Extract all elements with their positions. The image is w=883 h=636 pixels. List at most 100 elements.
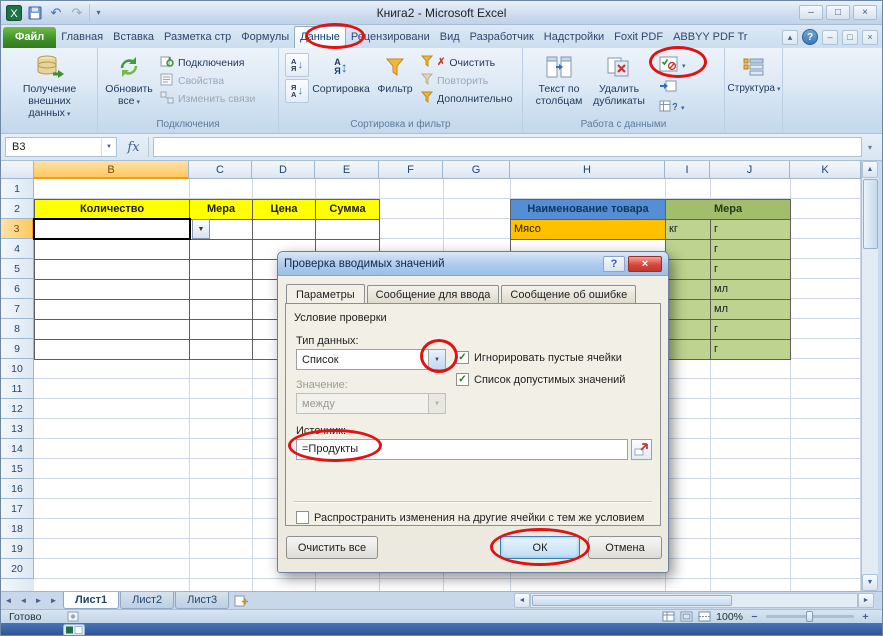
consolidate-button[interactable] bbox=[655, 77, 681, 98]
measure-cell[interactable]: г bbox=[711, 220, 791, 240]
vertical-scroll-thumb[interactable] bbox=[863, 179, 878, 249]
measure-cell[interactable]: мл bbox=[711, 300, 791, 320]
row-header[interactable]: 11 bbox=[1, 379, 34, 399]
remove-duplicates-button[interactable]: Удалить дубликаты bbox=[589, 51, 649, 107]
excel-app-icon[interactable]: X bbox=[5, 4, 23, 22]
combo-dropdown-icon[interactable]: ▼ bbox=[428, 350, 445, 369]
dialog-tab[interactable]: Сообщение для ввода bbox=[367, 285, 500, 304]
formula-bar-expand-icon[interactable]: ▾ bbox=[862, 143, 878, 152]
row-header[interactable]: 13 bbox=[1, 419, 34, 439]
ignore-blank-checkbox[interactable]: ✓ Игнорировать пустые ячейки bbox=[456, 351, 622, 364]
row-header[interactable]: 8 bbox=[1, 319, 34, 339]
qat-customize-icon[interactable]: ▾ bbox=[89, 4, 103, 22]
data-validation-button[interactable]: ▾ bbox=[655, 54, 690, 77]
horizontal-scroll-thumb[interactable] bbox=[532, 595, 732, 606]
column-header[interactable]: D bbox=[252, 161, 315, 179]
ribbon-tab[interactable]: Разработчик bbox=[465, 27, 539, 48]
previous-sheet-button[interactable]: ◄ bbox=[16, 592, 31, 609]
dialog-tab[interactable]: Сообщение об ошибке bbox=[501, 285, 636, 304]
sheet-tab[interactable]: Лист3 bbox=[175, 592, 229, 609]
workbook-restore-button[interactable]: □ bbox=[842, 30, 858, 45]
ribbon-tab[interactable]: Вид bbox=[435, 27, 465, 48]
column-header[interactable]: K bbox=[790, 161, 861, 179]
column-header[interactable]: F bbox=[379, 161, 443, 179]
ribbon-tab[interactable]: Рецензировани bbox=[346, 27, 435, 48]
tab-file[interactable]: Файл bbox=[3, 27, 56, 48]
row-header[interactable]: 19 bbox=[1, 539, 34, 559]
apply-to-all-checkbox[interactable]: Распространить изменения на другие ячейк… bbox=[296, 511, 644, 524]
row-header[interactable]: 6 bbox=[1, 279, 34, 299]
redo-button[interactable]: ↷ bbox=[68, 4, 86, 22]
row-header[interactable]: 4 bbox=[1, 239, 34, 259]
horizontal-scrollbar[interactable]: ◄ ► bbox=[514, 592, 874, 609]
sort-button[interactable]: АЯ↕ Сортировка bbox=[313, 51, 369, 95]
properties-button[interactable]: Свойства bbox=[160, 73, 224, 89]
save-button[interactable] bbox=[26, 4, 44, 22]
zoom-in-button[interactable]: + bbox=[859, 611, 872, 623]
row-header[interactable]: 20 bbox=[1, 559, 34, 579]
ribbon-tab[interactable]: Главная bbox=[56, 27, 108, 48]
cancel-button[interactable]: Отмена bbox=[588, 536, 662, 559]
measure-cell[interactable]: мл bbox=[711, 280, 791, 300]
what-if-analysis-button[interactable]: ? ▾ bbox=[655, 97, 689, 118]
measure-header-cell[interactable]: Мера bbox=[666, 200, 791, 220]
row-header[interactable]: 17 bbox=[1, 499, 34, 519]
measure-cell[interactable] bbox=[666, 260, 711, 280]
sheet-tab[interactable]: Лист1 bbox=[63, 592, 119, 609]
insert-sheet-button[interactable] bbox=[230, 592, 252, 609]
table-header-cell[interactable]: Мера bbox=[190, 200, 253, 220]
ok-button[interactable]: ОК bbox=[500, 536, 580, 559]
clear-filter-button[interactable]: ✗ Очистить bbox=[421, 55, 495, 70]
row-header[interactable]: 2 bbox=[1, 199, 34, 219]
in-cell-dropdown-button[interactable]: ▼ bbox=[192, 219, 210, 239]
products-header-cell[interactable]: Наименование товара bbox=[511, 200, 666, 220]
workbook-minimize-button[interactable]: – bbox=[822, 30, 838, 45]
row-header[interactable]: 16 bbox=[1, 479, 34, 499]
table-header-cell[interactable]: Сумма bbox=[316, 200, 380, 220]
filter-button[interactable]: Фильтр bbox=[373, 51, 417, 95]
scroll-down-icon[interactable]: ▼ bbox=[862, 574, 878, 591]
table-header-cell[interactable]: Цена bbox=[253, 200, 316, 220]
measure-cell[interactable]: г bbox=[711, 320, 791, 340]
macro-record-button[interactable] bbox=[67, 611, 79, 622]
measure-cell[interactable] bbox=[666, 300, 711, 320]
help-button[interactable]: ? bbox=[802, 29, 818, 45]
measure-cell[interactable] bbox=[666, 280, 711, 300]
row-header[interactable]: 1 bbox=[1, 179, 34, 199]
dialog-tab[interactable]: Параметры bbox=[286, 284, 365, 305]
ribbon-tab[interactable]: Вставка bbox=[108, 27, 159, 48]
column-header[interactable]: H bbox=[510, 161, 665, 179]
connections-button[interactable]: Подключения bbox=[160, 55, 244, 71]
next-sheet-button[interactable]: ► bbox=[31, 592, 46, 609]
reapply-filter-button[interactable]: Повторить bbox=[421, 73, 488, 88]
column-header[interactable]: E bbox=[315, 161, 379, 179]
edit-links-button[interactable]: Изменить связи bbox=[160, 91, 255, 107]
column-header[interactable]: B bbox=[34, 161, 189, 179]
zoom-slider[interactable] bbox=[766, 615, 854, 618]
row-header[interactable]: 10 bbox=[1, 359, 34, 379]
minimize-button[interactable]: – bbox=[799, 5, 823, 20]
row-header[interactable]: 18 bbox=[1, 519, 34, 539]
formula-input[interactable] bbox=[153, 137, 862, 157]
scroll-left-icon[interactable]: ◄ bbox=[514, 593, 530, 608]
first-sheet-button[interactable]: ◄ bbox=[1, 592, 16, 609]
column-header[interactable]: J bbox=[710, 161, 790, 179]
sort-ascending-button[interactable]: АЯ↓ bbox=[285, 53, 309, 77]
product-cell[interactable]: Мясо bbox=[511, 220, 666, 240]
collapse-ribbon-icon[interactable]: ▴ bbox=[782, 30, 798, 45]
measure-cell[interactable]: кг bbox=[666, 220, 711, 240]
insert-function-button[interactable]: fx bbox=[119, 137, 149, 157]
ribbon-tab[interactable]: Данные bbox=[294, 26, 346, 48]
taskbar-excel-button[interactable] bbox=[63, 624, 85, 636]
dialog-help-button[interactable]: ? bbox=[603, 256, 625, 272]
ribbon-tab[interactable]: ABBYY PDF Tr bbox=[668, 27, 752, 48]
collapse-dialog-button[interactable] bbox=[631, 439, 652, 460]
row-header[interactable]: 14 bbox=[1, 439, 34, 459]
select-all-corner[interactable] bbox=[1, 161, 34, 179]
measure-cell[interactable]: г bbox=[711, 260, 791, 280]
ribbon-tab[interactable]: Разметка стр bbox=[159, 27, 236, 48]
dialog-close-button[interactable]: × bbox=[628, 256, 662, 272]
measure-cell[interactable] bbox=[666, 340, 711, 360]
row-header[interactable]: 5 bbox=[1, 259, 34, 279]
refresh-all-button[interactable]: Обновить все▾ bbox=[102, 51, 156, 109]
